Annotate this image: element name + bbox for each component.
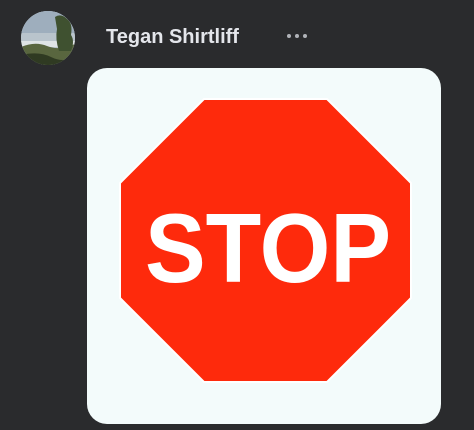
post-image[interactable]: STOP xyxy=(87,68,441,424)
stop-sign-image: STOP xyxy=(119,98,412,383)
post-container: Tegan Shirtliff STOP xyxy=(0,0,474,430)
stop-sign-text: STOP xyxy=(145,193,391,303)
author-name[interactable]: Tegan Shirtliff xyxy=(106,25,239,49)
author-avatar[interactable] xyxy=(21,11,75,65)
more-options-button[interactable] xyxy=(282,22,312,50)
avatar-photo xyxy=(21,11,75,65)
more-horizontal-icon xyxy=(287,34,307,38)
